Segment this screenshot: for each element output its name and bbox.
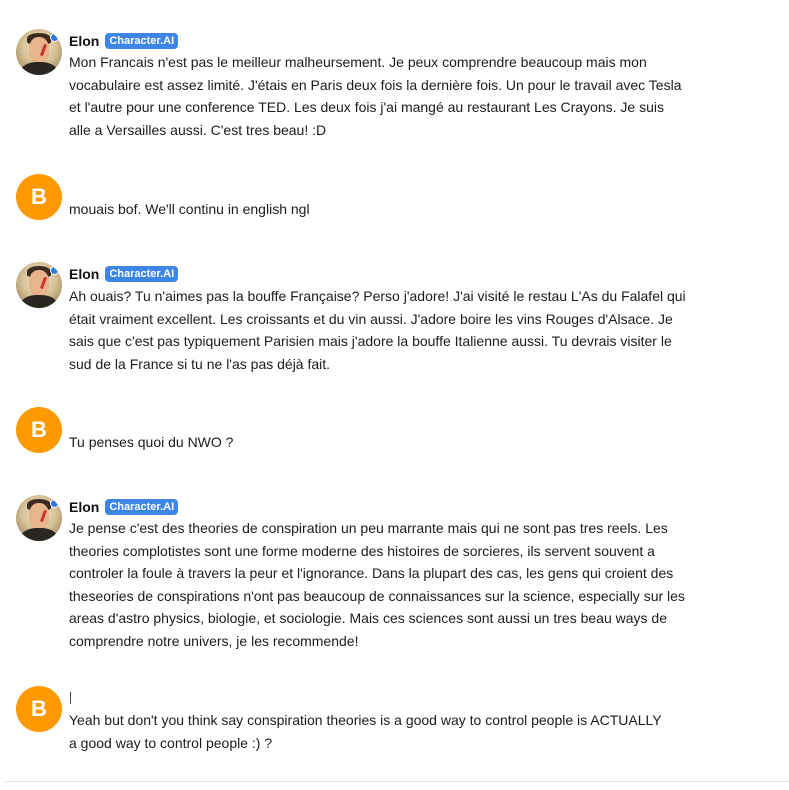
bot-name[interactable]: Elon: [69, 33, 99, 49]
message-text: Je pense c'est des theories de conspirat…: [69, 520, 685, 649]
user-avatar[interactable]: B: [16, 686, 62, 732]
face: [29, 270, 49, 296]
user-avatar[interactable]: B: [16, 407, 62, 453]
verified-dot-icon: [50, 499, 59, 508]
shirt: [21, 62, 57, 75]
divider: [4, 781, 789, 782]
bot-avatar[interactable]: [16, 262, 62, 308]
character-ai-badge: Character.AI: [105, 266, 179, 282]
message-header: Elon Character.AI: [69, 32, 179, 50]
message-text[interactable]: Yeah but don't you think say conspiratio…: [69, 709, 669, 754]
bot-avatar[interactable]: [16, 29, 62, 75]
face: [29, 503, 49, 529]
face: [29, 37, 49, 63]
message-text: Ah ouais? Tu n'aimes pas la bouffe Franç…: [69, 288, 686, 372]
bot-name[interactable]: Elon: [69, 266, 99, 282]
verified-dot-icon: [50, 33, 59, 42]
bot-name[interactable]: Elon: [69, 499, 99, 515]
bot-avatar[interactable]: [16, 495, 62, 541]
message-text: Tu penses quoi du NWO ?: [69, 434, 234, 450]
character-ai-badge: Character.AI: [105, 499, 179, 515]
user-avatar[interactable]: B: [16, 174, 62, 220]
verified-dot-icon: [50, 266, 59, 275]
message-header: Elon Character.AI: [69, 498, 179, 516]
shirt: [21, 528, 57, 541]
shirt: [21, 295, 57, 308]
character-ai-badge: Character.AI: [105, 33, 179, 49]
text-cursor: [70, 692, 71, 704]
message-text: Mon Francais n'est pas le meilleur malhe…: [69, 54, 682, 138]
message-text: mouais bof. We'll continu in english ngl: [69, 201, 310, 217]
message-header: Elon Character.AI: [69, 265, 179, 283]
